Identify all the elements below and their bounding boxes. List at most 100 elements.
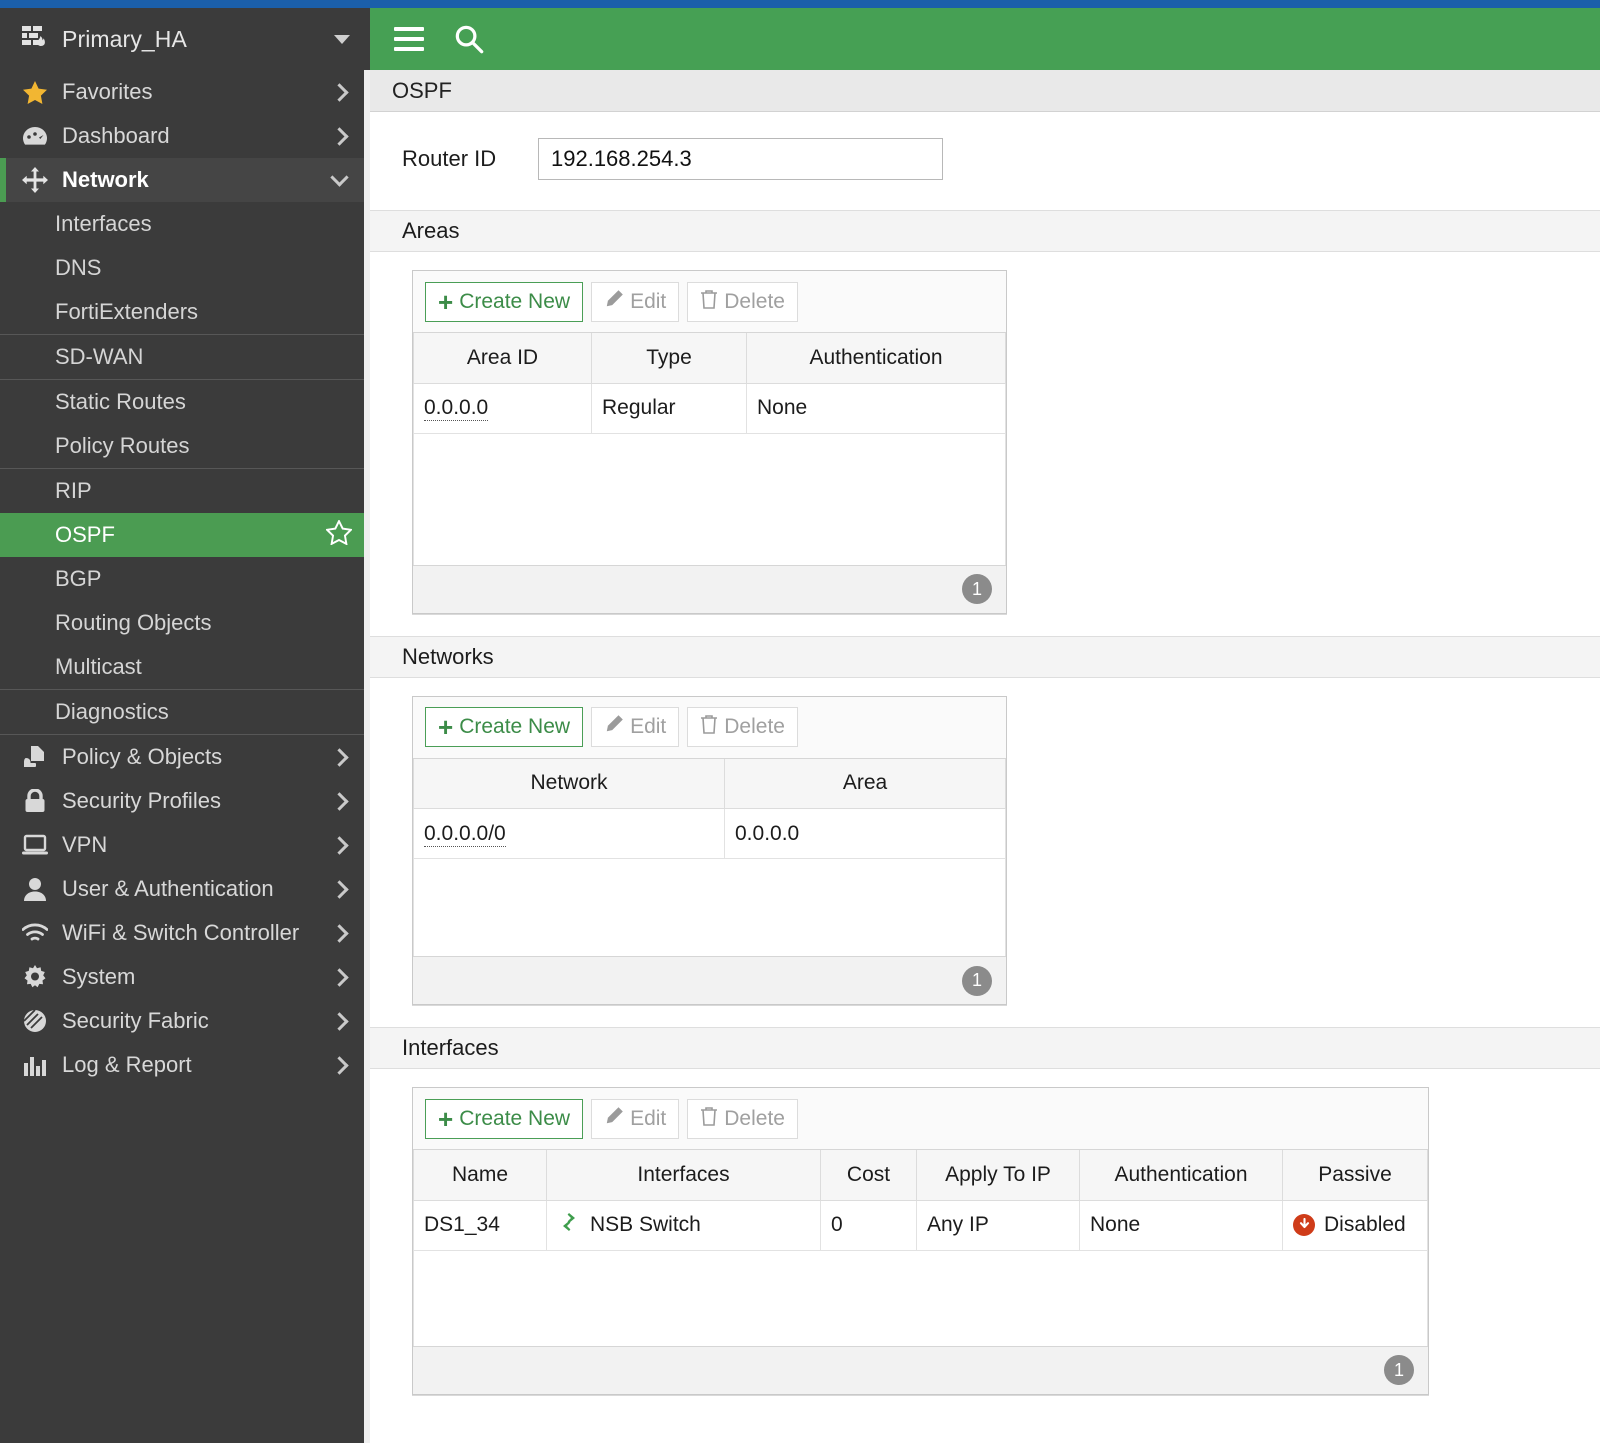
hamburger-icon[interactable] xyxy=(394,27,424,51)
sidebar-item-user-authentication[interactable]: User & Authentication xyxy=(0,867,370,911)
networks-delete-button[interactable]: Delete xyxy=(687,707,798,747)
plus-icon: + xyxy=(438,1103,454,1134)
sidebar-item-label: WiFi & Switch Controller xyxy=(62,920,300,945)
column-header-network[interactable]: Network xyxy=(413,758,725,809)
sidebar-item-static-routes[interactable]: Static Routes xyxy=(0,380,370,424)
laptop-icon xyxy=(22,832,48,858)
networks-toolbar: + Create New Edit Delete xyxy=(413,696,1006,759)
sidebar-item-label: RIP xyxy=(55,478,92,503)
sidebar-network-children: Interfaces DNS FortiExtenders SD-WAN Sta… xyxy=(0,202,370,735)
sidebar-item-sdwan[interactable]: SD-WAN xyxy=(0,335,370,379)
interfaces-delete-button[interactable]: Delete xyxy=(687,1098,798,1139)
sidebar-item-label: System xyxy=(62,964,136,989)
gear-icon xyxy=(22,964,48,990)
chevron-down-icon[interactable] xyxy=(334,34,350,44)
cell-network[interactable]: 0.0.0.0/0 xyxy=(413,808,725,859)
networks-edit-button[interactable]: Edit xyxy=(591,707,680,747)
user-icon xyxy=(22,876,48,902)
button-label: Edit xyxy=(630,289,667,313)
plus-icon: + xyxy=(438,712,454,742)
star-outline-icon[interactable] xyxy=(324,518,354,550)
sidebar-item-label: FortiExtenders xyxy=(55,299,199,324)
trash-icon xyxy=(700,289,718,315)
column-header-type[interactable]: Type xyxy=(591,333,747,384)
sidebar-item-label: DNS xyxy=(55,255,102,280)
sidebar-item-label: Diagnostics xyxy=(55,699,169,724)
sidebar-item-label: Policy Routes xyxy=(55,433,190,458)
column-header-authentication[interactable]: Authentication xyxy=(1079,1150,1283,1201)
cell-type: Regular xyxy=(591,382,747,434)
column-header-passive[interactable]: Passive xyxy=(1282,1150,1428,1201)
sidebar-item-multicast[interactable]: Multicast xyxy=(0,645,370,689)
column-header-apply-to-ip[interactable]: Apply To IP xyxy=(916,1150,1080,1201)
sidebar-item-security-fabric[interactable]: Security Fabric xyxy=(0,999,370,1043)
interfaces-title-text: Interfaces xyxy=(402,1035,499,1060)
button-label: Delete xyxy=(724,1106,785,1130)
button-label: Delete xyxy=(724,715,785,738)
sidebar-item-label: Dashboard xyxy=(62,123,170,148)
passive-value: Disabled xyxy=(1324,1212,1406,1236)
areas-edit-button[interactable]: Edit xyxy=(591,281,680,322)
main-area: OSPF Router ID Areas + Create New xyxy=(370,0,1600,1443)
areas-panel-footer: 1 xyxy=(413,564,1006,613)
cell-authentication: None xyxy=(1079,1199,1283,1251)
areas-table: Area ID Type Authentication 0.0.0.0 Regu… xyxy=(413,333,1006,434)
sidebar-item-interfaces[interactable]: Interfaces xyxy=(0,202,370,246)
sidebar-item-label: Multicast xyxy=(55,654,142,679)
table-row[interactable]: 0.0.0.0/0 0.0.0.0 xyxy=(413,808,1006,859)
sidebar-item-diagnostics[interactable]: Diagnostics xyxy=(0,690,370,734)
sidebar-item-vpn[interactable]: VPN xyxy=(0,823,370,867)
sidebar-item-security-profiles[interactable]: Security Profiles xyxy=(0,779,370,823)
sidebar-item-policy-objects[interactable]: Policy & Objects xyxy=(0,735,370,779)
chevron-right-icon xyxy=(330,967,349,987)
sidebar-item-policy-routes[interactable]: Policy Routes xyxy=(0,424,370,468)
sidebar-item-dashboard[interactable]: Dashboard xyxy=(0,114,370,158)
interfaces-count-badge: 1 xyxy=(1384,1355,1414,1385)
networks-panel: + Create New Edit Delete Network Area 0.… xyxy=(412,695,1007,1005)
chevron-right-icon xyxy=(330,923,349,943)
page-content: Router ID Areas + Create New xyxy=(370,112,1600,1417)
star-icon xyxy=(22,79,48,105)
sidebar-item-label: Security Fabric xyxy=(62,1008,209,1033)
column-header-area-id[interactable]: Area ID xyxy=(413,333,592,384)
column-header-authentication[interactable]: Authentication xyxy=(746,333,1006,384)
column-header-interfaces[interactable]: Interfaces xyxy=(546,1150,821,1201)
areas-table-empty-space xyxy=(413,433,1006,565)
network-value[interactable]: 0.0.0.0/0 xyxy=(424,821,506,847)
sidebar-item-system[interactable]: System xyxy=(0,955,370,999)
trash-icon xyxy=(700,714,718,740)
sidebar-top-strip xyxy=(0,0,370,8)
areas-create-new-button[interactable]: + Create New xyxy=(425,281,584,322)
sidebar-item-label: Favorites xyxy=(62,79,153,104)
networks-create-new-button[interactable]: + Create New xyxy=(425,707,584,747)
interfaces-create-new-button[interactable]: + Create New xyxy=(425,1098,584,1139)
sidebar-item-dns[interactable]: DNS xyxy=(0,246,370,290)
column-header-name[interactable]: Name xyxy=(413,1150,547,1201)
sidebar-item-favorites[interactable]: Favorites xyxy=(0,70,370,114)
sidebar-item-routing-objects[interactable]: Routing Objects xyxy=(0,601,370,645)
router-id-input[interactable] xyxy=(538,138,943,180)
sidebar-item-fortiextenders[interactable]: FortiExtenders xyxy=(0,290,370,334)
sidebar-item-log-report[interactable]: Log & Report xyxy=(0,1043,370,1087)
table-row[interactable]: DS1_34 NSB Switch 0 Any IP None Disabled xyxy=(413,1199,1428,1251)
plus-icon: + xyxy=(438,286,454,317)
area-id-value[interactable]: 0.0.0.0 xyxy=(424,396,489,421)
areas-delete-button[interactable]: Delete xyxy=(687,281,798,322)
column-header-cost[interactable]: Cost xyxy=(820,1150,917,1201)
sidebar-item-bgp[interactable]: BGP xyxy=(0,557,370,601)
cell-name: DS1_34 xyxy=(413,1199,547,1251)
vdom-name: Primary_HA xyxy=(62,25,187,52)
button-label: Edit xyxy=(630,1106,667,1130)
interfaces-edit-button[interactable]: Edit xyxy=(591,1098,680,1139)
search-icon[interactable] xyxy=(454,24,484,54)
sidebar-item-ospf[interactable]: OSPF xyxy=(0,513,370,557)
sidebar-item-wifi-switch-controller[interactable]: WiFi & Switch Controller xyxy=(0,911,370,955)
cell-cost: 0 xyxy=(820,1199,917,1251)
vdom-selector[interactable]: Primary_HA xyxy=(0,8,370,70)
cell-area-id[interactable]: 0.0.0.0 xyxy=(413,382,592,434)
sidebar-item-network[interactable]: Network xyxy=(0,158,370,202)
cell-authentication: None xyxy=(746,382,1006,434)
table-row[interactable]: 0.0.0.0 Regular None xyxy=(413,382,1006,434)
sidebar-item-rip[interactable]: RIP xyxy=(0,469,370,513)
column-header-area[interactable]: Area xyxy=(724,758,1006,809)
